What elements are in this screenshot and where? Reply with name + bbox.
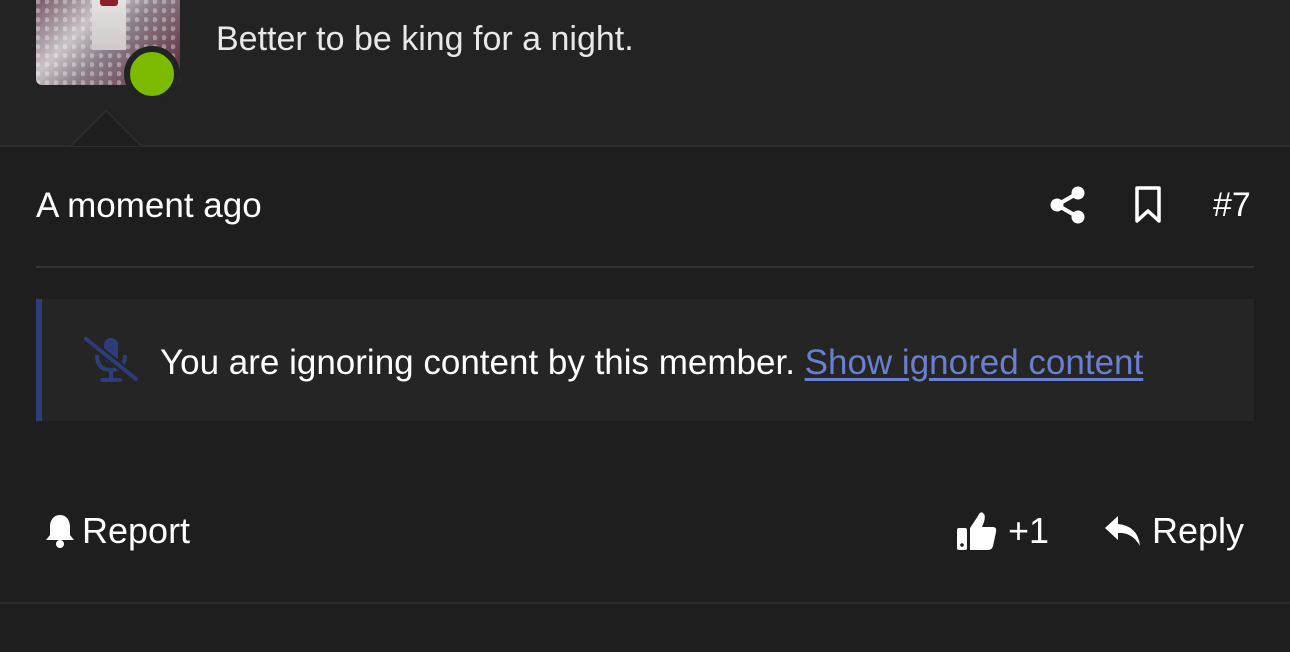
meta-divider (36, 266, 1254, 268)
user-signature-quote: Better to be king for a night. (216, 20, 634, 58)
reply-button[interactable]: Reply (1104, 506, 1244, 556)
online-status-indicator (125, 47, 179, 101)
like-count: +1 (1008, 510, 1050, 551)
reply-label: Reply (1152, 510, 1245, 551)
post-meta-row: A moment ago #7 (36, 178, 1254, 234)
post-bottom-divider (0, 602, 1290, 604)
ignored-message: You are ignoring content by this member.… (160, 343, 1143, 383)
reply-arrow-icon (1105, 516, 1140, 546)
ignored-content-notice: You are ignoring content by this member.… (36, 299, 1254, 421)
user-signature-strip: Better to be king for a night. (0, 0, 1290, 147)
ignored-message-text: You are ignoring content by this member. (160, 343, 795, 382)
signature-pointer (72, 112, 140, 146)
avatar-shirt (92, 0, 126, 50)
bookmark-icon[interactable] (1134, 186, 1162, 224)
post-actions-row: Report +1 Reply (0, 500, 1290, 560)
report-label: Report (82, 510, 191, 551)
thumbs-up-icon (957, 512, 997, 550)
post-timestamp[interactable]: A moment ago (36, 186, 262, 226)
bell-icon (46, 515, 74, 548)
report-button[interactable]: Report (44, 506, 190, 556)
avatar-bowtie (100, 0, 118, 6)
like-button[interactable]: +1 (956, 506, 1049, 556)
show-ignored-content-link[interactable]: Show ignored content (805, 343, 1144, 382)
post-permalink-number[interactable]: #7 (1213, 186, 1251, 225)
share-icon[interactable] (1050, 186, 1086, 224)
microphone-slash-icon (83, 335, 139, 383)
